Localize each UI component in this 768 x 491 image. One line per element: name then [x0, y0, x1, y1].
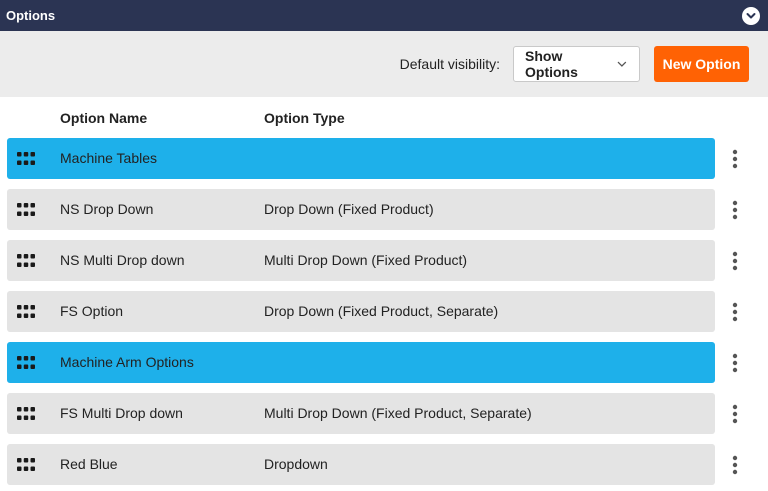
grip-icon[interactable] [17, 407, 35, 420]
grip-icon[interactable] [17, 254, 35, 267]
row-menu-button[interactable] [727, 248, 743, 274]
option-type: Multi Drop Down (Fixed Product, Separate… [264, 405, 532, 421]
more-vertical-icon [732, 200, 738, 220]
option-name: Red Blue [60, 456, 118, 472]
grip-icon[interactable] [17, 458, 35, 471]
row-body[interactable]: FS Option Drop Down (Fixed Product, Separ… [7, 291, 715, 332]
grip-icon[interactable] [17, 305, 35, 318]
option-row[interactable]: FS Multi Drop down Multi Drop Down (Fixed… [0, 393, 768, 444]
collapse-button[interactable] [742, 6, 760, 25]
column-header-option-name: Option Name [60, 110, 148, 126]
more-vertical-icon [732, 455, 738, 475]
new-option-button[interactable]: New Option [654, 46, 749, 82]
option-row[interactable]: NS Drop Down Drop Down (Fixed Product) [0, 189, 768, 240]
option-type: Multi Drop Down (Fixed Product) [264, 252, 468, 268]
option-type: Drop Down (Fixed Product) [264, 201, 434, 217]
option-name: Machine Tables [60, 150, 158, 166]
option-name: NS Multi Drop down [60, 252, 185, 268]
row-body[interactable]: NS Drop Down Drop Down (Fixed Product) [7, 189, 715, 230]
option-type: Drop Down (Fixed Product, Separate) [264, 303, 499, 319]
more-vertical-icon [732, 251, 738, 271]
panel-header: Options [0, 0, 768, 31]
row-body[interactable]: Machine Tables [7, 138, 715, 179]
option-row[interactable]: FS Option Drop Down (Fixed Product, Separ… [0, 291, 768, 342]
row-menu-button[interactable] [727, 401, 743, 427]
option-name: NS Drop Down [60, 201, 154, 217]
default-visibility-select[interactable]: Show Options [513, 46, 640, 82]
option-row[interactable]: NS Multi Drop down Multi Drop Down (Fixed… [0, 240, 768, 291]
grip-icon[interactable] [17, 203, 35, 216]
more-vertical-icon [732, 302, 738, 322]
column-headers: Option Name Option Type [0, 97, 768, 137]
row-body[interactable]: NS Multi Drop down Multi Drop Down (Fixed… [7, 240, 715, 281]
option-name: Machine Arm Options [60, 354, 194, 370]
default-visibility-value: Show Options [525, 48, 578, 80]
option-group-row[interactable]: Machine Tables [0, 138, 768, 189]
row-body[interactable]: Red Blue Dropdown [7, 444, 715, 485]
options-list: Machine Tables NS Drop Down Drop Down (Fix… [0, 138, 768, 491]
row-menu-button[interactable] [727, 197, 743, 223]
row-menu-button[interactable] [727, 146, 743, 172]
option-type: Dropdown [264, 456, 328, 472]
chevron-down-icon [617, 61, 627, 67]
option-group-row[interactable]: Machine Arm Options [0, 342, 768, 393]
panel-title: Options [6, 8, 56, 23]
option-row[interactable]: Red Blue Dropdown [0, 444, 768, 491]
options-toolbar: Default visibility: Show Options New Opt… [0, 31, 768, 97]
more-vertical-icon [732, 149, 738, 169]
row-menu-button[interactable] [727, 350, 743, 376]
row-body[interactable]: Machine Arm Options [7, 342, 715, 383]
grip-icon[interactable] [17, 356, 35, 369]
more-vertical-icon [732, 353, 738, 373]
more-vertical-icon [732, 404, 738, 424]
row-body[interactable]: FS Multi Drop down Multi Drop Down (Fixed… [7, 393, 715, 434]
row-menu-button[interactable] [727, 299, 743, 325]
column-header-option-type: Option Type [264, 110, 345, 126]
row-menu-button[interactable] [727, 452, 743, 478]
option-name: FS Multi Drop down [60, 405, 183, 421]
option-name: FS Option [60, 303, 124, 319]
chevron-down-icon [746, 12, 756, 18]
default-visibility-label: Default visibility: [399, 56, 500, 72]
grip-icon[interactable] [17, 152, 35, 165]
